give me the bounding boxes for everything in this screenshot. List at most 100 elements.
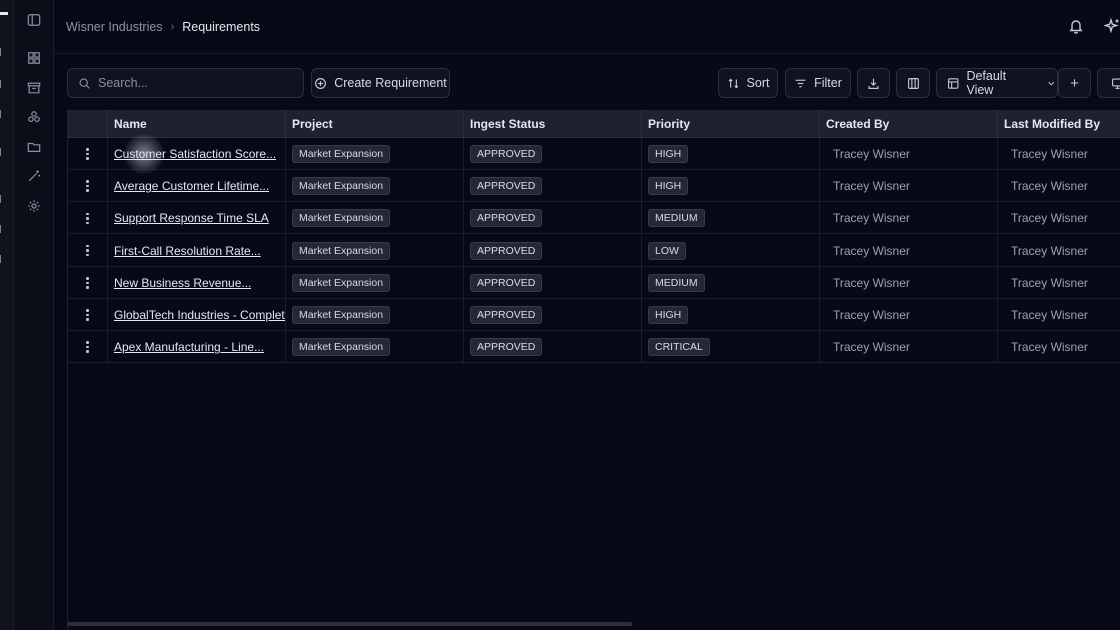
cell-status: APPROVED — [463, 170, 641, 203]
cell-priority: CRITICAL — [641, 331, 819, 364]
breadcrumb-separator: › — [170, 21, 175, 33]
created-by-text: Tracey Wisner — [833, 340, 910, 355]
column-created-by[interactable]: Created By — [819, 110, 997, 138]
table-row[interactable]: New Business Revenue... Market Expansion A… — [68, 266, 1120, 299]
row-actions-cell — [68, 267, 107, 299]
search-box[interactable] — [67, 68, 304, 98]
table-row[interactable]: First-Call Resolution Rate... Market Expa… — [68, 234, 1120, 267]
cell-project: Market Expansion — [285, 331, 463, 364]
folder-icon[interactable] — [26, 139, 42, 155]
cell-priority: HIGH — [641, 299, 819, 331]
project-badge: Market Expansion — [292, 209, 391, 228]
kebab-menu-icon[interactable] — [86, 341, 89, 353]
kebab-menu-icon[interactable] — [86, 244, 89, 257]
requirement-name-link[interactable]: Customer Satisfaction Score... — [114, 147, 276, 161]
table-row[interactable]: Average Customer Lifetime... Market Expan… — [68, 170, 1120, 203]
column-last-modified-by[interactable]: Last Modified By — [997, 110, 1120, 138]
cell-priority: HIGH — [641, 138, 819, 170]
table-header: Name Project Ingest Status Priority Crea… — [68, 110, 1120, 138]
horizontal-scrollbar[interactable] — [67, 622, 632, 626]
created-by-text: Tracey Wisner — [833, 147, 910, 161]
table-row[interactable]: GlobalTech Industries - Complete... Marke… — [68, 299, 1120, 331]
download-button[interactable] — [857, 68, 890, 98]
row-actions-cell — [68, 331, 107, 363]
cell-created-by: Tracey Wisner — [819, 331, 997, 364]
project-badge: Market Expansion — [292, 273, 391, 292]
bell-icon[interactable] — [1068, 18, 1086, 36]
sidebar-toggle-icon[interactable] — [26, 12, 42, 28]
row-actions-cell — [68, 299, 107, 331]
columns-button[interactable] — [896, 68, 930, 98]
search-input[interactable] — [98, 76, 288, 90]
kebab-menu-icon[interactable] — [86, 277, 89, 289]
cell-project: Market Expansion — [285, 299, 463, 331]
create-requirement-button[interactable]: Create Requirement — [311, 68, 450, 98]
column-priority[interactable]: Priority — [641, 110, 819, 138]
components-icon[interactable] — [26, 109, 42, 125]
priority-badge: HIGH — [648, 145, 689, 163]
sort-button[interactable]: Sort — [718, 68, 778, 98]
dashboard-icon[interactable] — [26, 50, 42, 66]
modified-by-text: Tracey Wisner — [1011, 147, 1088, 161]
breadcrumb: Wisner Industries › Requirements — [66, 20, 260, 34]
status-badge: APPROVED — [470, 145, 543, 163]
kebab-menu-icon[interactable] — [86, 309, 89, 321]
table-row[interactable]: Apex Manufacturing - Line... Market Expan… — [68, 331, 1120, 364]
plus-circle-icon — [315, 77, 327, 89]
modified-by-text: Tracey Wisner — [1011, 308, 1088, 322]
archive-icon[interactable] — [26, 80, 42, 96]
table-row[interactable]: Customer Satisfaction Score... Market Exp… — [68, 138, 1120, 170]
row-actions-cell — [68, 138, 107, 170]
cell-name: Support Response Time SLA — [107, 202, 285, 235]
kebab-menu-icon[interactable] — [86, 180, 89, 192]
column-ingest-status[interactable]: Ingest Status — [463, 110, 641, 138]
requirement-name-link[interactable]: Support Response Time SLA — [114, 211, 269, 225]
sort-label: Sort — [746, 76, 770, 90]
requirements-table: Name Project Ingest Status Priority Crea… — [67, 110, 1120, 630]
project-badge: Market Expansion — [292, 241, 391, 260]
cell-project: Market Expansion — [285, 234, 463, 267]
cell-status: APPROVED — [463, 266, 641, 299]
view-selector[interactable]: Default View — [936, 68, 1058, 98]
add-view-button[interactable]: + — [1058, 68, 1091, 98]
created-by-text: Tracey Wisner — [833, 275, 910, 290]
table-row[interactable]: Support Response Time SLA Market Expansio… — [68, 202, 1120, 235]
requirement-name-link[interactable]: Apex Manufacturing - Line... — [114, 340, 264, 354]
project-badge: Market Expansion — [292, 338, 391, 357]
requirement-name-link[interactable]: New Business Revenue... — [114, 276, 251, 290]
priority-badge: CRITICAL — [648, 338, 710, 357]
requirement-name-link[interactable]: GlobalTech Industries - Complete... — [114, 308, 285, 322]
cell-modified-by: Tracey Wisner — [997, 331, 1120, 364]
cell-status: APPROVED — [463, 331, 641, 364]
filter-button[interactable]: Filter — [785, 68, 851, 98]
cell-project: Market Expansion — [285, 202, 463, 235]
cell-created-by: Tracey Wisner — [819, 299, 997, 331]
requirement-name-link[interactable]: First-Call Resolution Rate... — [114, 244, 261, 258]
cell-modified-by: Tracey Wisner — [997, 266, 1120, 299]
cell-modified-by: Tracey Wisner — [997, 234, 1120, 267]
sparkle-icon[interactable] — [1103, 17, 1120, 36]
breadcrumb-org[interactable]: Wisner Industries — [66, 20, 163, 34]
project-badge: Market Expansion — [292, 306, 391, 324]
cell-name: First-Call Resolution Rate... — [107, 234, 285, 267]
priority-badge: MEDIUM — [648, 273, 705, 292]
sidebar — [14, 0, 54, 630]
cell-priority: HIGH — [641, 170, 819, 203]
row-actions-cell — [68, 235, 107, 267]
kebab-menu-icon[interactable] — [86, 148, 89, 160]
column-project[interactable]: Project — [285, 110, 463, 138]
status-badge: APPROVED — [470, 241, 543, 260]
magic-wand-icon[interactable] — [26, 168, 42, 184]
cell-modified-by: Tracey Wisner — [997, 138, 1120, 170]
cell-project: Market Expansion — [285, 170, 463, 203]
requirement-name-link[interactable]: Average Customer Lifetime... — [114, 179, 269, 193]
kebab-menu-icon[interactable] — [86, 212, 89, 225]
gear-icon[interactable] — [26, 198, 42, 214]
created-by-text: Tracey Wisner — [833, 211, 910, 226]
status-badge: APPROVED — [470, 273, 543, 292]
column-name[interactable]: Name — [107, 110, 285, 138]
columns-icon — [907, 77, 919, 89]
modified-by-text: Tracey Wisner — [1011, 211, 1088, 226]
display-button[interactable] — [1097, 68, 1120, 98]
cell-created-by: Tracey Wisner — [819, 234, 997, 267]
